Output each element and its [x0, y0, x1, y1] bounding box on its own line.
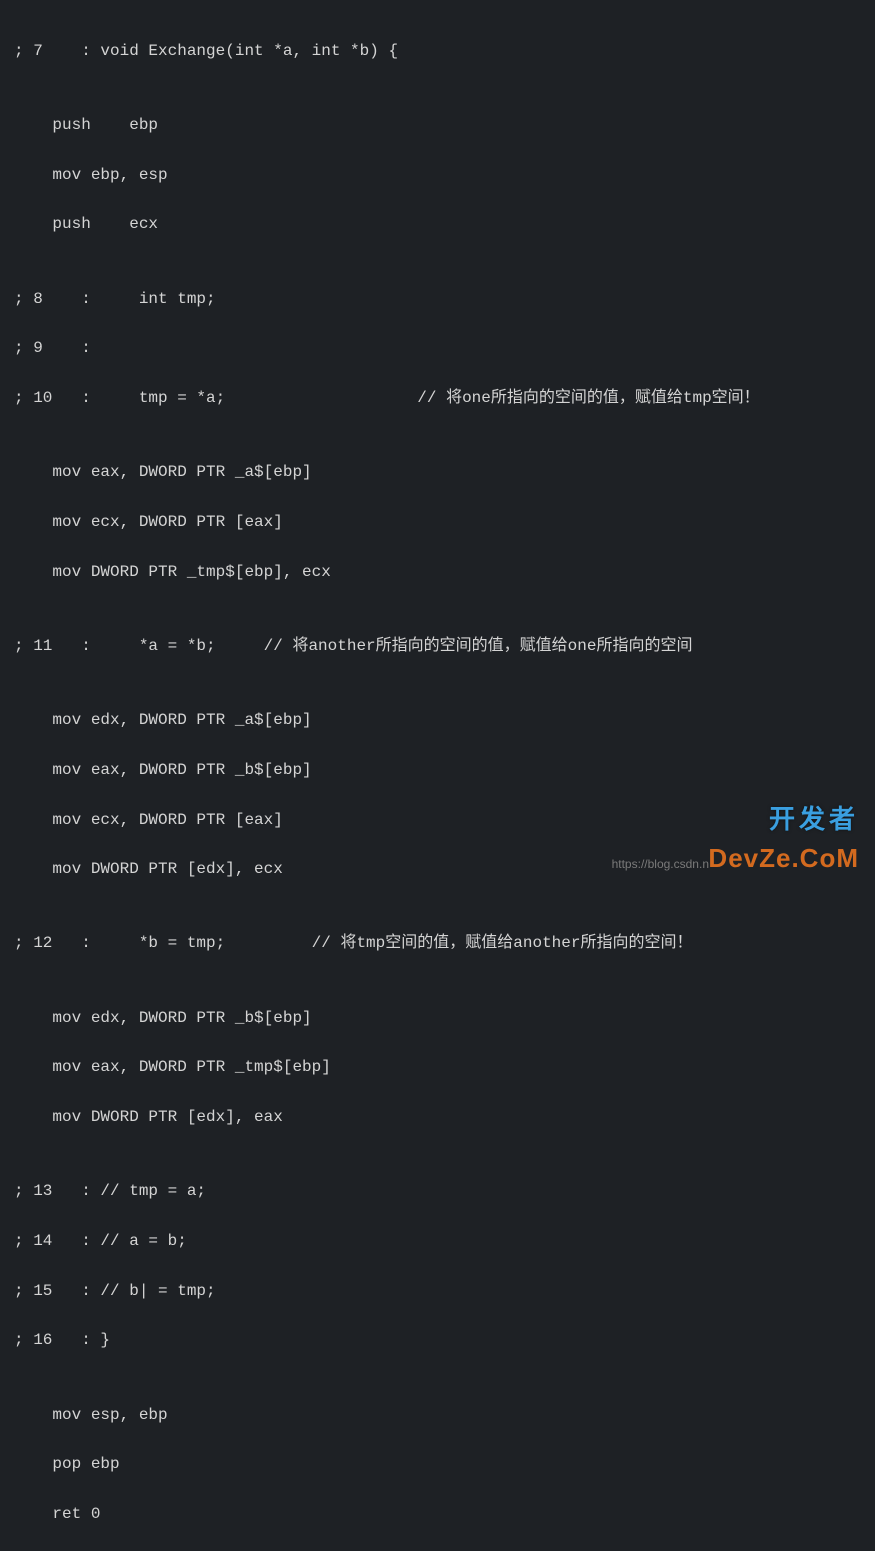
code-line: ; 9 : [14, 336, 875, 361]
code-line: push ecx [14, 212, 875, 237]
code-line: mov esp, ebp [14, 1403, 875, 1428]
code-line: ; 14 : // a = b; [14, 1229, 875, 1254]
code-line: ; 15 : // b| = tmp; [14, 1279, 875, 1304]
code-line: mov eax, DWORD PTR _tmp$[ebp] [14, 1055, 875, 1080]
code-line: mov eax, DWORD PTR _a$[ebp] [14, 460, 875, 485]
code-line: mov DWORD PTR [edx], eax [14, 1105, 875, 1130]
code-line: mov ebp, esp [14, 163, 875, 188]
code-line: mov ecx, DWORD PTR [eax] [14, 510, 875, 535]
code-line: ; 8 : int tmp; [14, 287, 875, 312]
code-line: ; 13 : // tmp = a; [14, 1179, 875, 1204]
code-line: ; 16 : } [14, 1328, 875, 1353]
watermark-cn: 开发者 [708, 799, 859, 839]
code-line: mov edx, DWORD PTR _b$[ebp] [14, 1006, 875, 1031]
code-line: push ebp [14, 113, 875, 138]
code-line: ; 7 : void Exchange(int *a, int *b) { [14, 39, 875, 64]
code-line: mov eax, DWORD PTR _b$[ebp] [14, 758, 875, 783]
watermark: https://blog.csdn.n 开发者 DevZe.CoM [708, 799, 859, 878]
watermark-url: https://blog.csdn.n [612, 855, 709, 874]
code-block: ; 7 : void Exchange(int *a, int *b) { pu… [0, 0, 875, 1551]
code-line: mov DWORD PTR _tmp$[ebp], ecx [14, 560, 875, 585]
code-line: ; 11 : *a = *b; // 将another所指向的空间的值，赋值给o… [14, 634, 875, 659]
code-line: pop ebp [14, 1452, 875, 1477]
watermark-en: DevZe.CoM [708, 838, 859, 878]
code-line: mov edx, DWORD PTR _a$[ebp] [14, 708, 875, 733]
code-line: ret 0 [14, 1502, 875, 1527]
code-line: ; 12 : *b = tmp; // 将tmp空间的值，赋值给another所… [14, 931, 875, 956]
code-line: ; 10 : tmp = *a; // 将one所指向的空间的值，赋值给tmp空… [14, 386, 875, 411]
